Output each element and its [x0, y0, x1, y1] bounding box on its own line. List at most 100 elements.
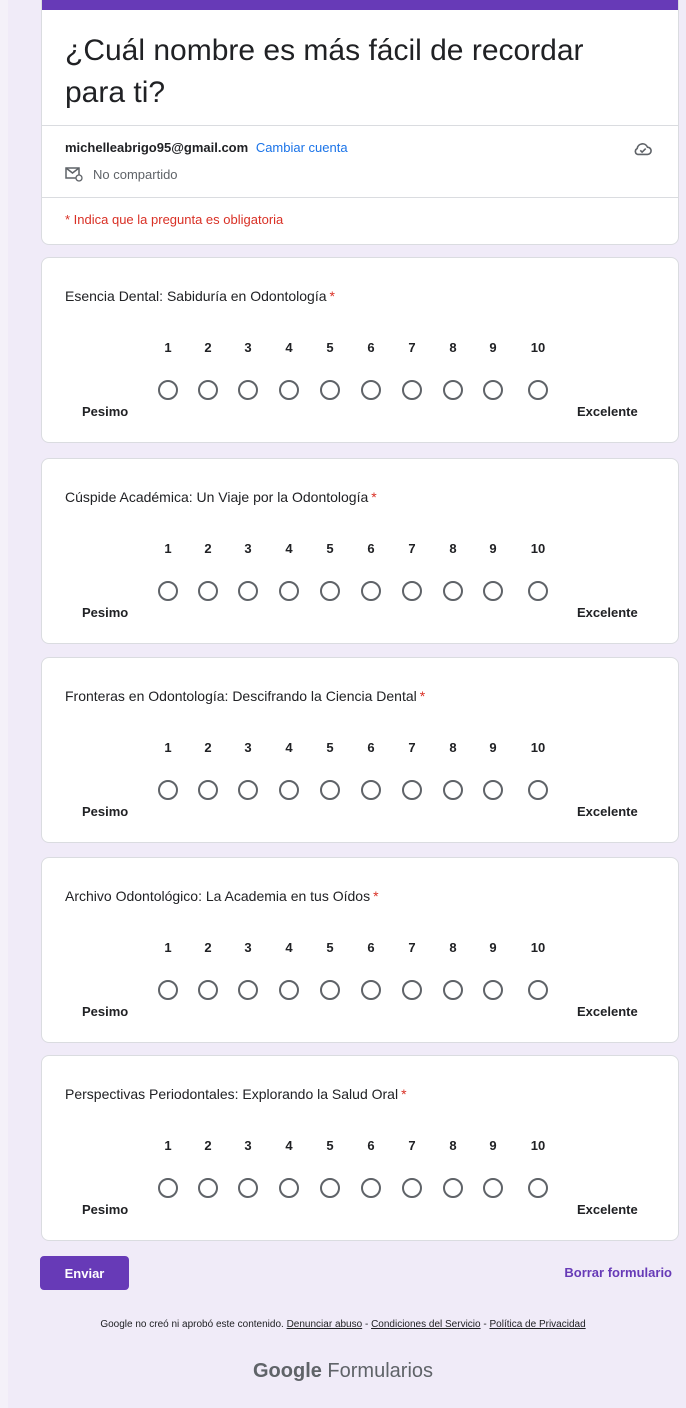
radio-option[interactable]: [528, 980, 548, 1000]
required-note: * Indica que la pregunta es obligatoria: [65, 212, 284, 227]
radio-option[interactable]: [279, 780, 299, 800]
radio-option[interactable]: [198, 780, 218, 800]
scale-number: 10: [530, 541, 546, 556]
radio-option[interactable]: [320, 980, 340, 1000]
radio-option[interactable]: [402, 980, 422, 1000]
radio-option[interactable]: [279, 581, 299, 601]
radio-option[interactable]: [443, 780, 463, 800]
radio-option[interactable]: [483, 380, 503, 400]
required-asterisk: *: [401, 1086, 407, 1102]
scale-high-label: Excelente: [577, 1004, 638, 1019]
question-title: Perspectivas Periodontales: Explorando l…: [65, 1086, 407, 1102]
scale-high-label: Excelente: [577, 404, 638, 419]
radio-option[interactable]: [198, 380, 218, 400]
radio-option[interactable]: [402, 581, 422, 601]
radio-option[interactable]: [402, 380, 422, 400]
scale-number: 5: [326, 940, 334, 955]
scale-high-label: Excelente: [577, 605, 638, 620]
question-title: Archivo Odontológico: La Academia en tus…: [65, 888, 379, 904]
scale-number: 7: [408, 1138, 416, 1153]
question-card: Cúspide Académica: Un Viaje por la Odont…: [41, 458, 679, 644]
scale-number: 2: [204, 541, 212, 556]
radio-option[interactable]: [238, 581, 258, 601]
scale-number: 6: [367, 340, 375, 355]
account-line: michelleabrigo95@gmail.com Cambiar cuent…: [65, 140, 348, 155]
scale-number: 1: [164, 340, 172, 355]
radio-option[interactable]: [320, 380, 340, 400]
radio-option[interactable]: [320, 780, 340, 800]
question-card: Esencia Dental: Sabiduría en Odontología…: [41, 257, 679, 443]
radio-option[interactable]: [443, 581, 463, 601]
radio-option[interactable]: [528, 581, 548, 601]
scale-number: 2: [204, 940, 212, 955]
radio-option[interactable]: [361, 1178, 381, 1198]
radio-option[interactable]: [198, 1178, 218, 1198]
radio-option[interactable]: [238, 780, 258, 800]
scale-numbers: 1 2 3 4 5 6 7 8 9 10: [42, 740, 678, 760]
radio-option[interactable]: [320, 1178, 340, 1198]
question-text: Cúspide Académica: Un Viaje por la Odont…: [65, 489, 369, 505]
footer-separator: -: [362, 1319, 372, 1330]
radio-option[interactable]: [361, 980, 381, 1000]
scale-high-label: Excelente: [577, 1202, 638, 1217]
scale-high-label: Excelente: [577, 804, 638, 819]
scale-number: 9: [489, 340, 497, 355]
radio-option[interactable]: [361, 780, 381, 800]
scale-number: 6: [367, 740, 375, 755]
question-title: Esencia Dental: Sabiduría en Odontología…: [65, 288, 335, 304]
scale-number: 8: [449, 541, 457, 556]
scale-number: 3: [244, 940, 252, 955]
radio-option[interactable]: [158, 980, 178, 1000]
submit-button[interactable]: Enviar: [40, 1256, 129, 1290]
privacy-link[interactable]: Política de Privacidad: [489, 1319, 585, 1330]
radio-option[interactable]: [320, 581, 340, 601]
scale-number: 5: [326, 740, 334, 755]
radio-option[interactable]: [158, 380, 178, 400]
radio-option[interactable]: [238, 380, 258, 400]
radio-option[interactable]: [483, 581, 503, 601]
radio-option[interactable]: [158, 581, 178, 601]
radio-option[interactable]: [279, 980, 299, 1000]
radio-option[interactable]: [402, 780, 422, 800]
required-asterisk: *: [419, 688, 426, 704]
clear-form-button[interactable]: Borrar formulario: [564, 1265, 672, 1280]
required-asterisk: *: [329, 288, 335, 304]
radio-option[interactable]: [158, 780, 178, 800]
radio-option[interactable]: [402, 1178, 422, 1198]
radio-option[interactable]: [443, 980, 463, 1000]
form-header-card: ¿Cuál nombre es más fácil de recordar pa…: [41, 0, 679, 245]
switch-account-link[interactable]: Cambiar cuenta: [256, 140, 348, 155]
scale-low-label: Pesimo: [82, 804, 129, 819]
radio-option[interactable]: [528, 1178, 548, 1198]
scale-number: 4: [285, 340, 293, 355]
radio-option[interactable]: [528, 380, 548, 400]
scale-number: 7: [408, 541, 416, 556]
google-forms-logo[interactable]: Google Formularios: [0, 1360, 686, 1383]
required-asterisk: *: [371, 489, 377, 505]
scale-number: 4: [285, 541, 293, 556]
radio-option[interactable]: [198, 980, 218, 1000]
radio-option[interactable]: [443, 1178, 463, 1198]
radio-option[interactable]: [198, 581, 218, 601]
terms-link[interactable]: Condiciones del Servicio: [371, 1319, 481, 1330]
disclaimer-text: Google no creó ni aprobó este contenido.: [100, 1319, 284, 1330]
report-abuse-link[interactable]: Denunciar abuso: [287, 1319, 363, 1330]
radio-option[interactable]: [361, 581, 381, 601]
radio-option[interactable]: [443, 380, 463, 400]
radio-option[interactable]: [158, 1178, 178, 1198]
scale-number: 4: [285, 940, 293, 955]
radio-option[interactable]: [528, 780, 548, 800]
scale-number: 3: [244, 1138, 252, 1153]
radio-option[interactable]: [279, 1178, 299, 1198]
radio-option[interactable]: [483, 1178, 503, 1198]
radio-option[interactable]: [238, 980, 258, 1000]
radio-option[interactable]: [279, 380, 299, 400]
scale-number: 1: [164, 541, 172, 556]
radio-option[interactable]: [483, 980, 503, 1000]
footer-disclaimer: Google no creó ni aprobó este contenido.…: [0, 1319, 686, 1330]
scale-number: 8: [449, 940, 457, 955]
radio-option[interactable]: [483, 780, 503, 800]
radio-option[interactable]: [238, 1178, 258, 1198]
radio-option[interactable]: [361, 380, 381, 400]
question-text: Perspectivas Periodontales: Explorando l…: [65, 1086, 399, 1102]
